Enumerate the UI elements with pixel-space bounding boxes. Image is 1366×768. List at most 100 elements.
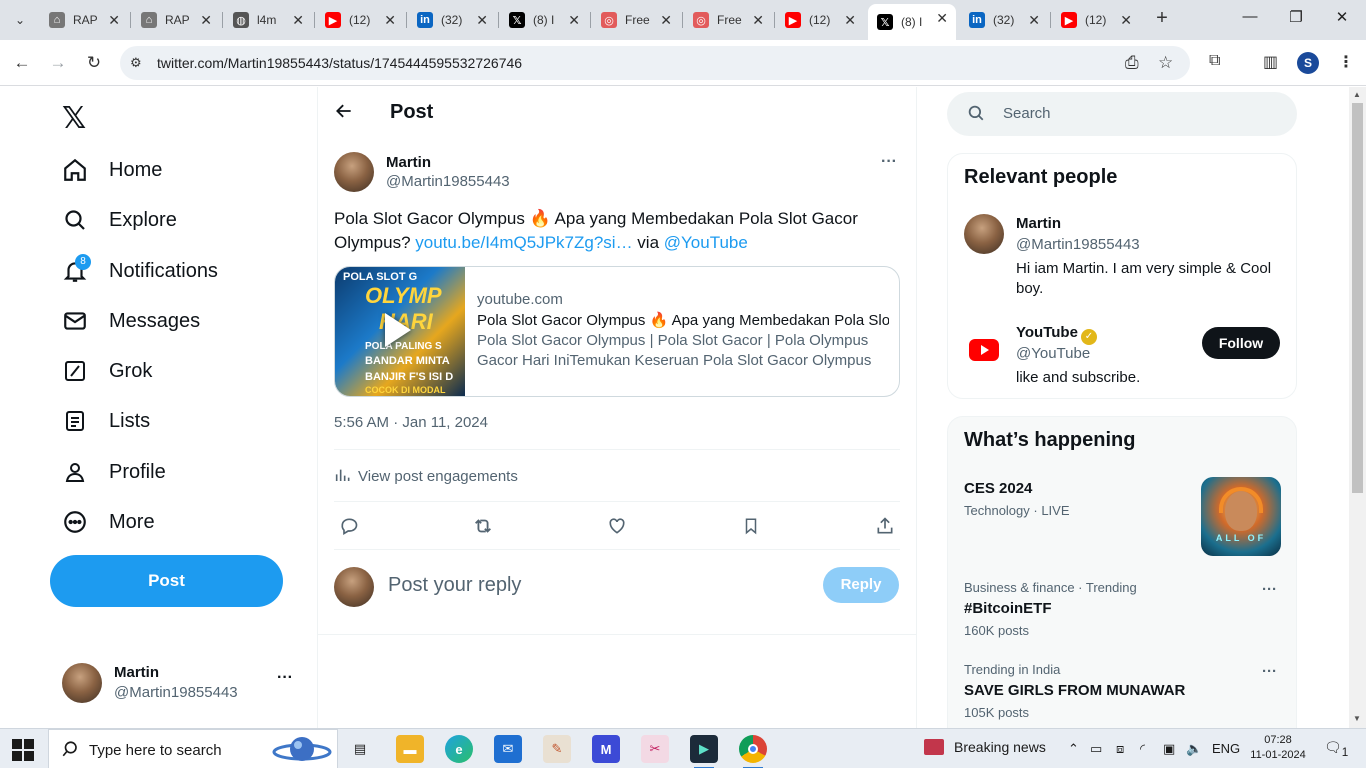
browser-tab[interactable]: ◍ l4m ✕ <box>224 6 312 34</box>
device-icon[interactable]: ⧈ <box>1116 741 1124 757</box>
youtube-logo-icon[interactable] <box>964 330 1004 370</box>
close-window-icon[interactable]: ✕ <box>1330 8 1354 32</box>
browser-tab[interactable]: in (32) ✕ <box>408 6 496 34</box>
nav-profile[interactable]: Profile <box>60 452 166 492</box>
browser-tab[interactable]: in (32) ✕ <box>960 6 1048 34</box>
taskbar-search-input[interactable]: Type here to search <box>48 729 338 768</box>
nav-grok[interactable]: Grok <box>60 351 152 391</box>
close-tab-icon[interactable]: ✕ <box>568 12 580 29</box>
nav-more[interactable]: More <box>60 502 155 542</box>
trend-name[interactable]: SAVE GIRLS FROM MUNAWAR <box>964 682 1185 699</box>
site-info-icon[interactable]: ⚙ <box>130 55 142 71</box>
tweet-link[interactable]: youtu.be/I4mQ5JPk7Zg?si… <box>415 233 632 252</box>
back-icon[interactable]: ← <box>10 51 34 75</box>
view-engagements-link[interactable]: View post engagements <box>334 467 518 486</box>
tweet-author-handle[interactable]: @Martin19855443 <box>386 173 510 190</box>
edge-icon[interactable]: e <box>445 735 473 763</box>
close-tab-icon[interactable]: ✕ <box>200 12 212 29</box>
mail-icon[interactable]: ✉ <box>494 735 522 763</box>
close-tab-icon[interactable]: ✕ <box>476 12 488 29</box>
person-name[interactable]: YouTube ✓ <box>1016 324 1097 345</box>
url-text[interactable]: twitter.com/Martin19855443/status/174544… <box>157 55 522 71</box>
browser-tab[interactable]: ◎ Free ✕ <box>592 6 680 34</box>
volume-icon[interactable]: 🔈 <box>1186 741 1202 757</box>
trend-image[interactable]: ALL OF <box>1201 477 1281 556</box>
bookmark-icon[interactable] <box>736 513 766 539</box>
restore-icon[interactable]: ❐ <box>1284 8 1308 32</box>
trend-name[interactable]: #BitcoinETF <box>964 600 1052 617</box>
avatar[interactable] <box>964 214 1004 254</box>
network-icon[interactable]: ◜ <box>1140 741 1145 757</box>
browser-tab[interactable]: ▶ (12) ✕ <box>316 6 404 34</box>
minimize-icon[interactable]: — <box>1238 8 1262 32</box>
news-widget[interactable]: Breaking news <box>924 739 1046 755</box>
browser-tab[interactable]: 𝕏 (8) I ✕ <box>868 4 956 40</box>
repost-icon[interactable] <box>468 513 498 539</box>
person-handle[interactable]: @YouTube <box>1016 345 1090 362</box>
battery-icon[interactable]: ▭ <box>1090 741 1102 757</box>
close-tab-icon[interactable]: ✕ <box>292 12 304 29</box>
windows-start-icon[interactable] <box>12 739 34 761</box>
share-icon[interactable] <box>870 513 900 539</box>
browser-menu-icon[interactable]: ⋮ <box>1338 52 1354 72</box>
file-explorer-icon[interactable]: ▬ <box>396 735 424 763</box>
address-bar[interactable]: ⚙ twitter.com/Martin19855443/status/1745… <box>120 46 1190 80</box>
new-tab-button[interactable]: + <box>1151 8 1173 30</box>
person-name[interactable]: Martin <box>1016 215 1061 232</box>
camera-icon[interactable]: ▣ <box>1163 741 1175 757</box>
nav-notifications[interactable]: 8 Notifications <box>60 251 218 291</box>
browser-tab[interactable]: ▶ (12) ✕ <box>1052 6 1140 34</box>
paint-icon[interactable]: ✎ <box>543 735 571 763</box>
close-tab-icon[interactable]: ✕ <box>844 12 856 29</box>
browser-tab[interactable]: ⌂ RAP ✕ <box>40 6 128 34</box>
nav-messages[interactable]: Messages <box>60 301 200 341</box>
browser-tab[interactable]: ◎ Free ✕ <box>684 6 772 34</box>
more-icon[interactable]: ··· <box>1262 581 1277 598</box>
close-tab-icon[interactable]: ✕ <box>752 12 764 29</box>
like-icon[interactable] <box>602 513 632 539</box>
bookmark-star-icon[interactable]: ☆ <box>1158 53 1173 73</box>
system-clock[interactable]: 07:28 11-01-2024 <box>1248 733 1308 763</box>
avatar[interactable] <box>334 152 374 192</box>
browser-tab[interactable]: ▶ (12) ✕ <box>776 6 864 34</box>
chrome-icon[interactable] <box>739 735 767 768</box>
reply-input[interactable]: Post your reply <box>388 574 521 597</box>
app-icon[interactable]: M <box>592 735 620 763</box>
browser-tab[interactable]: ⌂ RAP ✕ <box>132 6 220 34</box>
follow-button[interactable]: Follow <box>1202 327 1280 359</box>
play-icon[interactable] <box>385 313 411 347</box>
scrollbar-thumb[interactable] <box>1352 103 1363 493</box>
extensions-icon[interactable]: ⧉ <box>1209 52 1220 70</box>
search-input[interactable]: Search <box>947 92 1297 136</box>
nav-lists[interactable]: Lists <box>60 401 150 441</box>
trend-name[interactable]: CES 2024 <box>964 480 1032 497</box>
scroll-up-icon[interactable]: ▲ <box>1353 90 1361 99</box>
language-indicator[interactable]: ENG <box>1212 741 1240 756</box>
more-icon[interactable]: ··· <box>881 153 897 171</box>
back-arrow-icon[interactable] <box>334 101 354 127</box>
reload-icon[interactable]: ↻ <box>82 51 106 75</box>
more-icon[interactable]: ··· <box>1262 663 1277 680</box>
account-switcher[interactable]: Martin @Martin19855443 ··· <box>62 661 308 705</box>
reply-icon[interactable] <box>334 513 364 539</box>
x-logo-icon[interactable]: 𝕏 <box>62 101 86 136</box>
nav-explore[interactable]: Explore <box>60 200 177 240</box>
notification-center-icon[interactable]: 🗨1 <box>1324 739 1348 759</box>
browser-tab[interactable]: 𝕏 (8) I ✕ <box>500 6 588 34</box>
task-view-icon[interactable]: ▤ <box>346 735 374 763</box>
browser-profile-avatar[interactable]: S <box>1297 52 1319 74</box>
tweet-mention[interactable]: @YouTube <box>664 233 748 252</box>
person-handle[interactable]: @Martin19855443 <box>1016 236 1140 253</box>
reply-button[interactable]: Reply <box>823 567 899 603</box>
more-icon[interactable]: ··· <box>277 669 293 687</box>
tray-chevron-icon[interactable]: ⌃ <box>1068 741 1079 757</box>
close-tab-icon[interactable]: ✕ <box>660 12 672 29</box>
close-tab-icon[interactable]: ✕ <box>1120 12 1132 29</box>
forward-icon[interactable]: → <box>46 51 70 75</box>
scroll-down-icon[interactable]: ▼ <box>1353 714 1361 723</box>
page-scrollbar[interactable]: ▲ ▼ <box>1349 87 1366 728</box>
side-panel-icon[interactable]: ▥ <box>1263 52 1278 72</box>
terminal-app-icon[interactable]: ▶ <box>690 735 718 768</box>
tweet-timestamp[interactable]: 5:56 AM · Jan 11, 2024 <box>334 414 488 431</box>
link-preview-card[interactable]: POLA SLOT G OLYMP HARI POLA PALING S BAN… <box>334 266 900 397</box>
